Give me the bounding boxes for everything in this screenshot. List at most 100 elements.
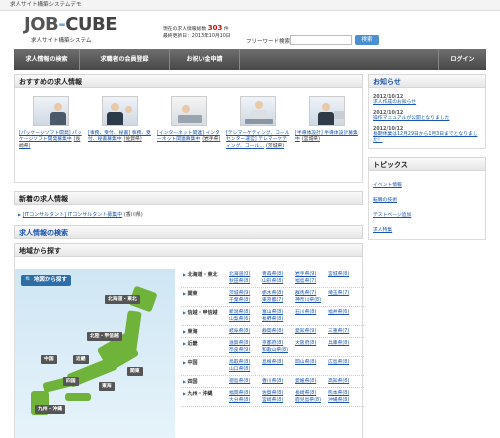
pref-link[interactable]: 岡山県(8) [295,359,328,366]
recommended-item[interactable]: [インターネット関連] インターネット関連募集中 (岩手県) [157,96,221,144]
pref-link[interactable]: 徳島県(8) [229,378,262,385]
map-tag-tokai[interactable]: 東海 [99,382,115,391]
topic-link[interactable]: イベント情報 [373,181,481,188]
new-job-pref: (香川県) [123,212,143,218]
pref-link[interactable]: 福島県(7) [295,278,328,285]
pref-link[interactable]: 広島県(8) [328,359,361,366]
main-nav: 求人情報の検索 求職者の会員登録 お祝い金申請 ログイン [14,49,486,70]
pref-link[interactable]: 青森県(8) [262,271,295,278]
pref-link[interactable]: 山口県(8) [229,366,262,373]
pref-link[interactable]: 岐阜県(8) [229,328,262,335]
pref-link[interactable]: 山形県(8) [262,278,295,285]
pref-link[interactable]: 富山県(8) [262,309,295,316]
logo-job: JOB [24,14,59,35]
pref-link[interactable]: 奈良県(9) [229,347,262,354]
pref-link[interactable]: 神奈川県(8) [295,297,328,304]
nav-member-register[interactable]: 求職者の会員登録 [80,49,170,70]
recommended-item[interactable]: [半導体設計] 半導体設計募集中 (宮城県) [295,96,359,144]
pref-link[interactable]: 東京都(7) [262,297,295,304]
nav-job-search[interactable]: 求人情報の検索 [14,49,80,70]
pref-link[interactable]: 三重県(7) [328,328,361,335]
notice-link[interactable]: 長期休業は12月29日から1月3日までとなりました！ [373,132,481,144]
recommended-list: [パッケージソフト開発] パッケージソフト開発募集中 (長崎県) [事務、受付、秘… [14,88,363,183]
pref-link[interactable]: 北海道(0) [229,271,262,278]
search-button[interactable]: 検索 [355,35,379,45]
pref-link[interactable]: 兵庫県(8) [328,340,361,347]
pref-link[interactable]: 群馬県(7) [295,290,328,297]
pref-link[interactable]: 福井県(6) [328,309,361,316]
pref-link[interactable]: 鹿児島県(8) [295,397,328,404]
area-search-heading: 地域から探す [14,243,363,257]
map-tag-chugoku[interactable]: 中国 [41,355,57,364]
header: JOB-CUBE 求人サイト構築システム 現在の求人情報総数 303 件 最終更… [0,11,500,49]
notice-link[interactable]: 求人作成のお知らせ [373,100,481,106]
pref-link[interactable]: 佐賀県(8) [262,390,295,397]
pref-link[interactable]: 高知県(8) [328,378,361,385]
job-photo[interactable] [309,96,345,126]
pref-link[interactable]: 山梨県(6) [229,316,262,323]
main-content: おすすめの求人情報 [パッケージソフト開発] パッケージソフト開発募集中 (長崎県… [14,74,364,438]
pref-link[interactable]: 沖縄県(8) [328,397,361,404]
map-tag-kanto[interactable]: 関東 [127,367,143,376]
job-photo[interactable] [33,96,69,126]
pref-link[interactable]: 千葉県(8) [229,297,262,304]
pref-link[interactable]: 愛知県(9) [295,328,328,335]
bullet-icon: ▶ [18,212,22,217]
topics-heading: トピックス [368,157,486,171]
pref-link[interactable]: 滋賀県(8) [229,340,262,347]
job-photo[interactable] [102,96,138,126]
pref-link[interactable]: 秋田県(8) [229,278,262,285]
pref-link[interactable]: 茨城県(9) [229,290,262,297]
topic-link[interactable]: 求人特集 [373,226,481,233]
pref-link[interactable]: 和歌山県(8) [262,347,295,354]
pref-link[interactable]: 石川県(8) [295,309,328,316]
recommended-item[interactable]: [テレマーケティング、コールセンター運営] テレマーケティング、コール… (茨城県… [226,96,290,150]
pref-link[interactable]: 京都府(8) [262,340,295,347]
region-row: 信越・甲信越 新潟県(8) 富山県(8) 石川県(8) 福井県(6) 山梨県(6… [181,307,364,326]
search-input[interactable] [290,35,352,45]
pref-link[interactable]: 埼玉県(7) [328,290,361,297]
nav-bonus-apply[interactable]: お祝い金申請 [170,49,240,70]
pref-link[interactable]: 岩手県(9) [295,271,328,278]
topic-link[interactable]: 転職の技術 [373,196,481,203]
region-row: 東海 岐阜県(8) 静岡県(8) 愛知県(9) 三重県(7) [181,326,364,338]
pref-link[interactable]: 大分県(8) [229,397,262,404]
map-tag-kyushu[interactable]: 九州・沖縄 [35,405,65,414]
topics-list: イベント情報 転職の技術 テストページ追加 求人特集 [368,171,486,240]
new-job-link[interactable]: [ITコンサルタント] ITコンサルタント募集中 [23,212,123,218]
pref-link[interactable]: 長野県(8) [262,316,295,323]
pref-link[interactable]: 島根県(8) [262,359,295,366]
recommended-item[interactable]: [事務、受付、秘書] 事務、受付、秘書募集中 (佐賀県) [88,96,152,144]
nav-login[interactable]: ログイン [438,49,486,70]
pref-link[interactable]: 宮崎県(8) [262,397,295,404]
job-photo[interactable] [171,96,207,126]
map-tag-shikoku[interactable]: 四国 [63,377,79,386]
map-tag-hokkaido-tohoku[interactable]: 北海道・東北 [105,295,140,304]
pref-link[interactable]: 静岡県(8) [262,328,295,335]
stats-count: 303 [207,24,223,32]
pref-link[interactable]: 栃木県(8) [262,290,295,297]
notice-link[interactable]: 操作マニュアルが公開となりました [373,116,481,122]
logo[interactable]: JOB-CUBE [24,14,118,35]
map-tag-hokuriku[interactable]: 北陸・甲信越 [87,332,122,341]
pref-link[interactable]: 香川県(8) [262,378,295,385]
pref-link[interactable]: 愛媛県(8) [295,378,328,385]
map-tag-kinki[interactable]: 近畿 [73,355,89,364]
pref-link[interactable]: 新潟県(8) [229,309,262,316]
map-land-shikoku[interactable] [65,393,91,401]
recommended-item[interactable]: [パッケージソフト開発] パッケージソフト開発募集中 (長崎県) [19,96,83,150]
pref-link[interactable]: 大阪府(8) [295,340,328,347]
pref-link[interactable]: 熊本県(8) [328,390,361,397]
area-search: 🔍 地図から探す 北海道・東北 北陸・甲信越 中国 近畿 関東 四国 東海 九州… [14,257,364,438]
pref-link[interactable]: 宮城県(8) [328,271,361,278]
topic-link[interactable]: テストページ追加 [373,211,481,218]
pref-link[interactable]: 鳥取県(8) [229,359,262,366]
job-photo[interactable] [240,96,276,126]
recommended-title[interactable]: [パッケージソフト開発] パッケージソフト開発募集中 [19,131,82,142]
notice-heading: お知らせ [368,74,486,88]
pref-link[interactable]: 長崎県(8) [295,390,328,397]
region-name: 信越・甲信越 [181,309,229,323]
map-search-button[interactable]: 🔍 地図から探す [21,275,71,286]
region-name: 九州・沖縄 [181,390,229,404]
pref-link[interactable]: 福岡県(8) [229,390,262,397]
